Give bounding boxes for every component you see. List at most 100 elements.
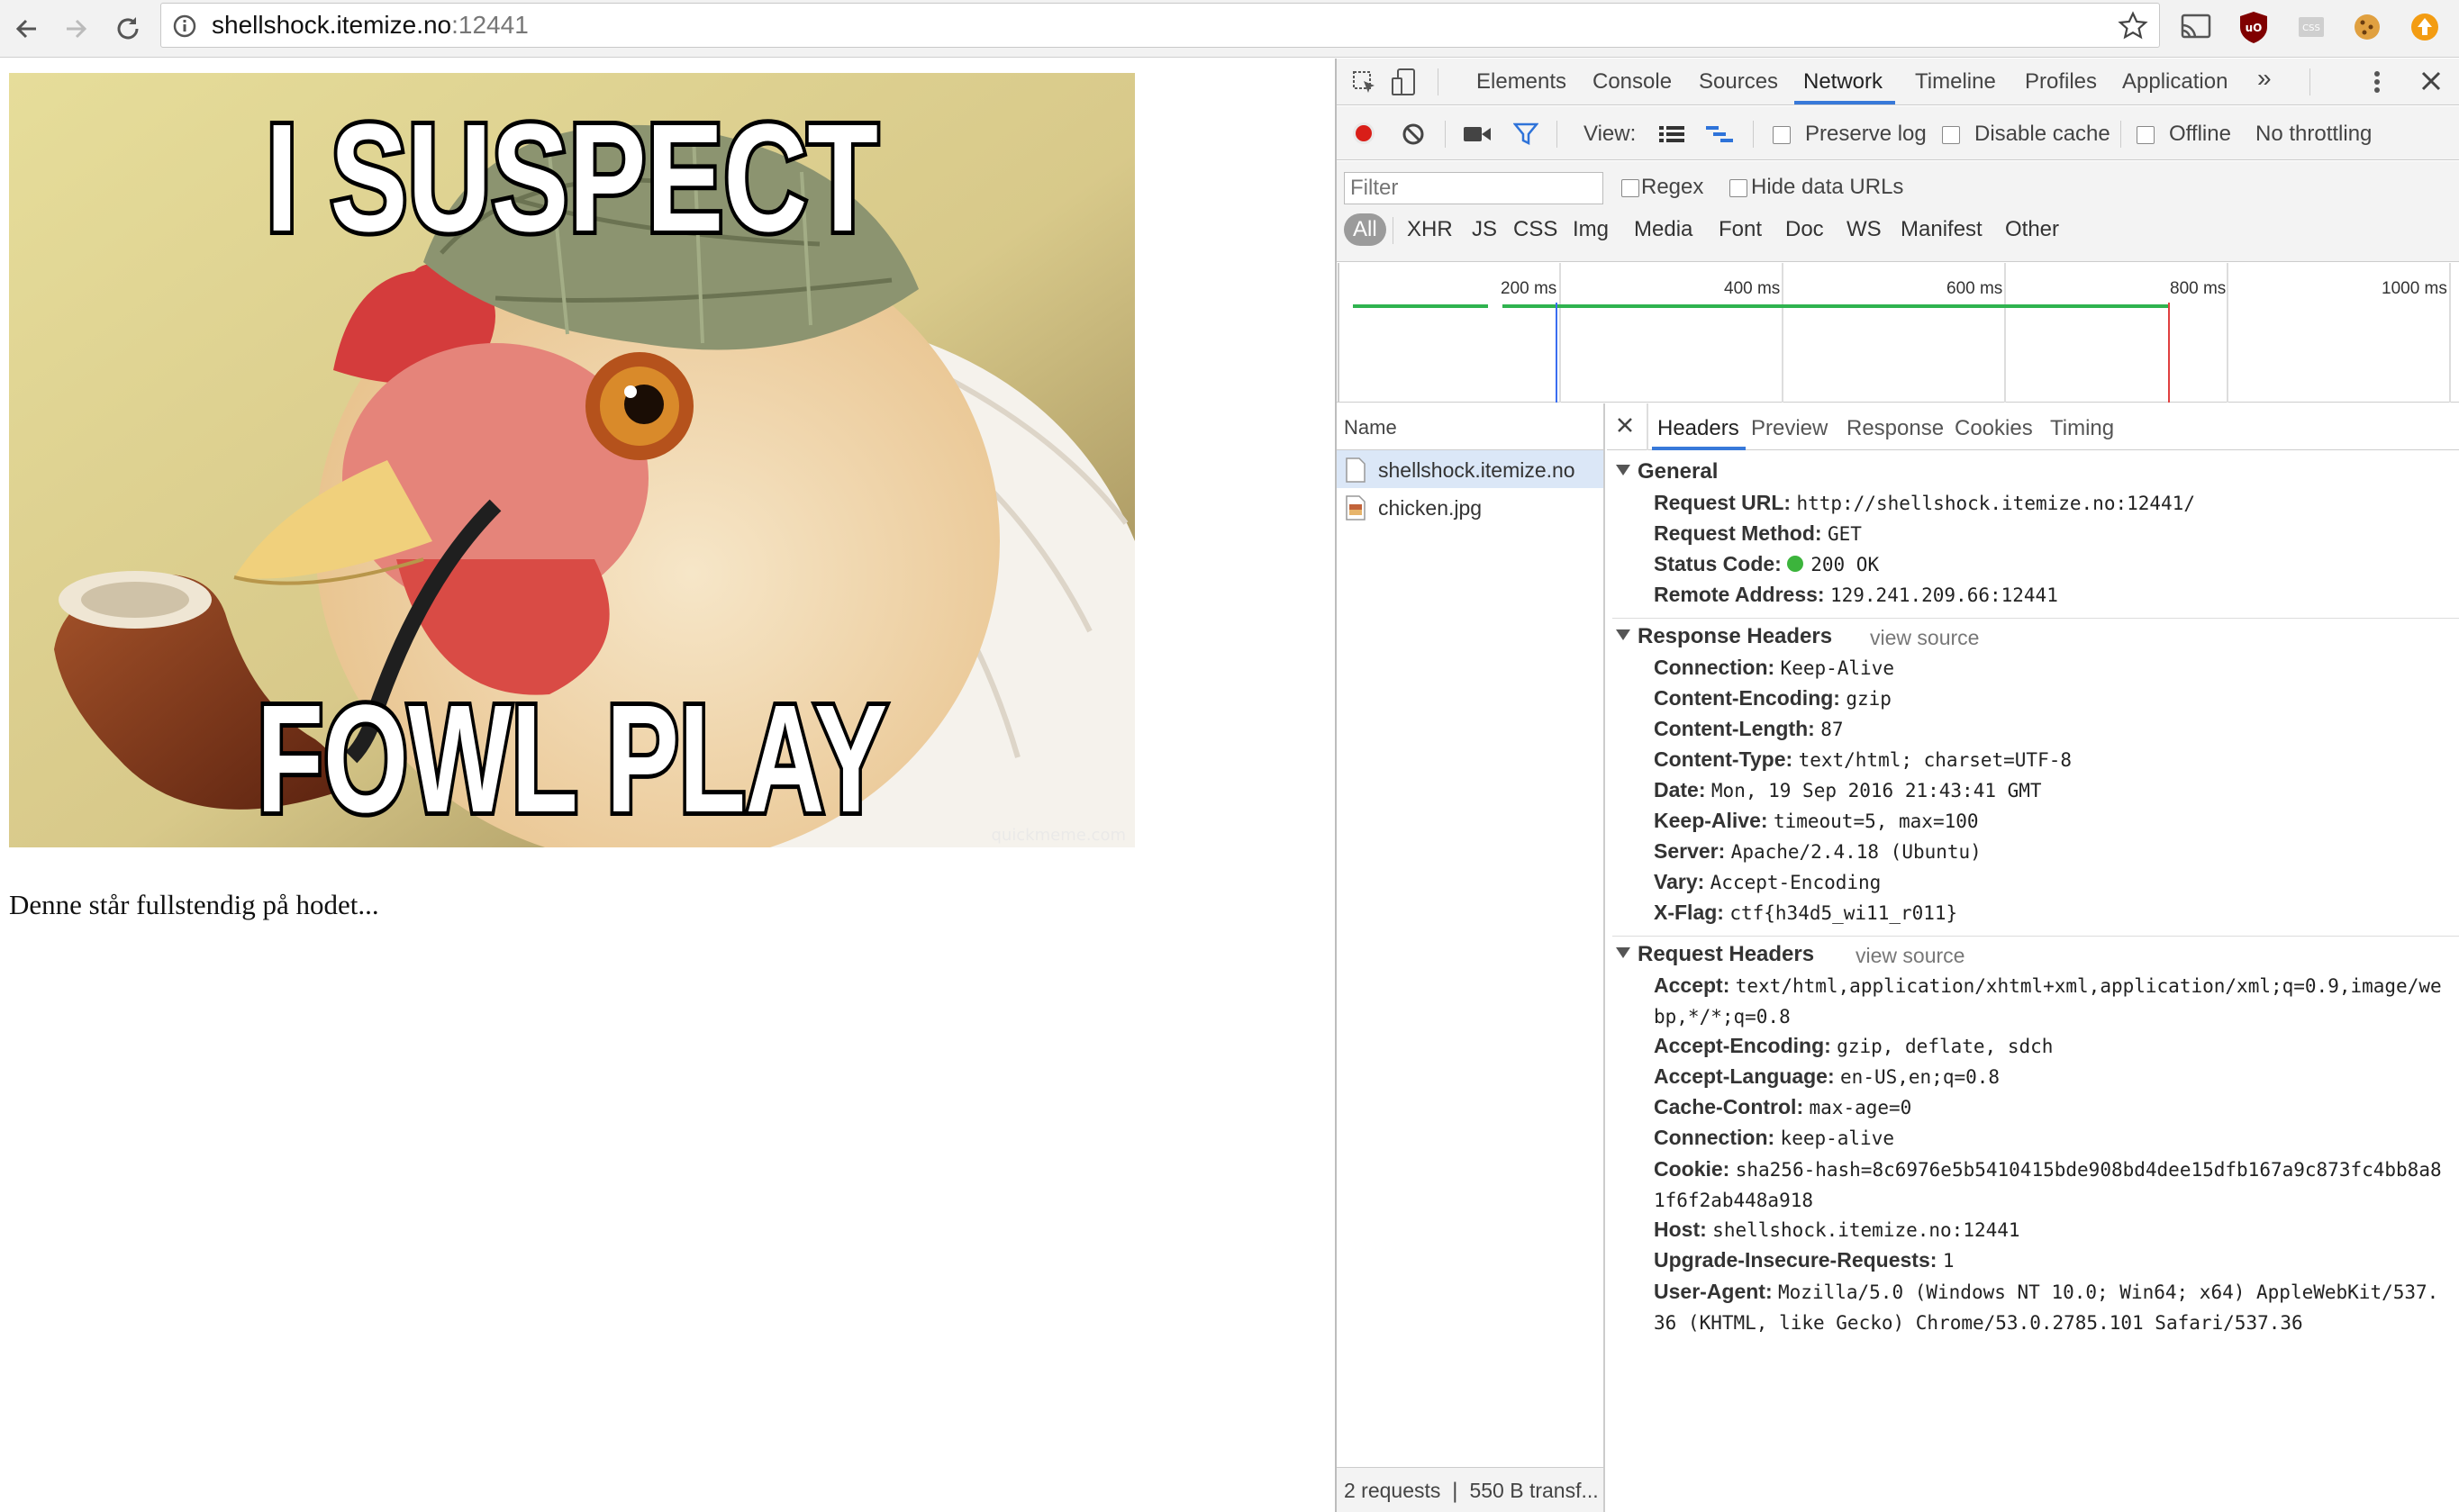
- regex-checkbox[interactable]: [1621, 179, 1639, 197]
- filter-type-img[interactable]: Img: [1573, 217, 1609, 242]
- header-value: text/html; charset=UTF-8: [1798, 749, 2072, 771]
- header-value: 87: [1820, 719, 1844, 740]
- css-extension-icon[interactable]: CSS: [2293, 9, 2329, 45]
- header-key: Host:: [1654, 1218, 1707, 1241]
- separator: [1647, 403, 1648, 450]
- waterfall-view-icon[interactable]: [1706, 124, 1735, 144]
- record-icon[interactable]: [1351, 121, 1376, 146]
- header-value: Keep-Alive: [1780, 657, 1894, 679]
- capture-screenshots-icon[interactable]: [1463, 124, 1492, 144]
- preserve-log-label: Preserve log: [1805, 122, 1927, 146]
- filter-type-other[interactable]: Other: [2005, 217, 2059, 242]
- device-toolbar-icon[interactable]: [1391, 68, 1418, 98]
- clear-icon[interactable]: [1402, 122, 1425, 146]
- list-view-icon[interactable]: [1659, 124, 1684, 144]
- header-value: gzip, deflate, sdch: [1837, 1036, 2054, 1057]
- header-row: Cookie: sha256-hash=8c6976e5b5410415bde9…: [1654, 1154, 2446, 1216]
- header-value: max-age=0: [1809, 1097, 1912, 1118]
- filter-type-doc[interactable]: Doc: [1785, 217, 1824, 242]
- header-key: Request URL:: [1654, 491, 1792, 514]
- filter-type-xhr[interactable]: XHR: [1407, 217, 1453, 242]
- tab-network[interactable]: Network: [1803, 69, 1883, 95]
- disable-cache-checkbox[interactable]: [1942, 126, 1960, 144]
- response-headers-section-header[interactable]: Response Headers: [1616, 624, 1832, 649]
- header-value: sha256-hash=8c6976e5b5410415bde908bd4dee…: [1654, 1159, 2442, 1211]
- meme-top-text: I SUSPECT: [266, 93, 878, 264]
- filter-input[interactable]: [1344, 172, 1603, 204]
- filter-type-js[interactable]: JS: [1472, 217, 1497, 242]
- info-icon[interactable]: [172, 14, 197, 39]
- cast-icon[interactable]: [2178, 9, 2214, 45]
- tab-timeline[interactable]: Timeline: [1915, 69, 1996, 95]
- status-ok-icon: [1787, 556, 1804, 572]
- tab-console[interactable]: Console: [1592, 69, 1672, 95]
- filter-type-media[interactable]: Media: [1634, 217, 1692, 242]
- offline-label: Offline: [2169, 122, 2231, 146]
- url-host: shellshock.itemize.no: [212, 11, 452, 39]
- tab-elements[interactable]: Elements: [1476, 69, 1566, 95]
- more-tabs-icon[interactable]: »: [2257, 64, 2272, 93]
- forward-icon[interactable]: [59, 13, 92, 45]
- section-divider: [1612, 936, 2459, 937]
- active-detail-tab-indicator: [1652, 447, 1746, 450]
- tab-application[interactable]: Application: [2122, 69, 2228, 95]
- request-row[interactable]: chicken.jpg: [1337, 488, 1603, 526]
- section-title: General: [1638, 459, 1719, 484]
- devtools-panel: Elements Console Sources Network Timelin…: [1335, 59, 2459, 1512]
- regex-label: Regex: [1641, 175, 1704, 199]
- header-key: Accept:: [1654, 973, 1730, 997]
- cookie-icon[interactable]: [2349, 9, 2385, 45]
- filter-type-ws[interactable]: WS: [1847, 217, 1882, 242]
- filter-type-all[interactable]: All: [1344, 213, 1386, 246]
- page-caption: Denne står fullstendig på hodet...: [9, 889, 379, 920]
- header-key: Vary:: [1654, 870, 1705, 893]
- close-devtools-icon[interactable]: [2419, 69, 2443, 93]
- detail-tab-timing[interactable]: Timing: [2050, 416, 2114, 441]
- inspect-element-icon[interactable]: [1351, 69, 1378, 96]
- header-key: X-Flag:: [1654, 901, 1724, 924]
- header-key: Accept-Encoding:: [1654, 1034, 1831, 1057]
- image-icon: [1346, 495, 1366, 521]
- detail-tab-headers[interactable]: Headers: [1657, 416, 1739, 441]
- general-section-header[interactable]: General: [1616, 459, 1718, 484]
- close-detail-icon[interactable]: [1616, 416, 1634, 434]
- update-icon[interactable]: [2407, 9, 2443, 45]
- header-value: en-US,en;q=0.8: [1840, 1066, 2001, 1088]
- reload-icon[interactable]: [112, 13, 144, 45]
- header-row: Host: shellshock.itemize.no:12441: [1654, 1214, 2020, 1245]
- header-row: Accept-Encoding: gzip, deflate, sdch: [1654, 1030, 2053, 1062]
- bookmark-star-icon[interactable]: [2118, 11, 2148, 41]
- header-key: Content-Type:: [1654, 747, 1793, 771]
- header-row: Request URL: http://shellshock.itemize.n…: [1654, 487, 2195, 519]
- header-value: shellshock.itemize.no:12441: [1712, 1219, 2020, 1241]
- name-column-header[interactable]: Name: [1344, 416, 1397, 439]
- collapse-triangle-icon: [1616, 629, 1630, 640]
- throttling-select[interactable]: No throttling: [2255, 122, 2372, 147]
- address-bar[interactable]: shellshock.itemize.no:12441: [160, 3, 2160, 48]
- preserve-log-checkbox[interactable]: [1773, 126, 1791, 144]
- list-header[interactable]: Name: [1337, 403, 1603, 450]
- ublock-icon[interactable]: uO: [2236, 9, 2272, 45]
- filter-icon[interactable]: [1513, 122, 1538, 146]
- detail-tab-response[interactable]: Response: [1847, 416, 1944, 441]
- detail-tab-preview[interactable]: Preview: [1751, 416, 1828, 441]
- view-source-link[interactable]: view source: [1870, 626, 1979, 650]
- offline-checkbox[interactable]: [2137, 126, 2155, 144]
- view-source-link[interactable]: view source: [1856, 944, 1964, 968]
- header-key: Request Method:: [1654, 521, 1822, 545]
- section-title: Request Headers: [1638, 942, 1815, 966]
- menu-kebab-icon[interactable]: [2373, 69, 2382, 95]
- header-row: Cache-Control: max-age=0: [1654, 1091, 1911, 1123]
- back-icon[interactable]: [11, 13, 43, 45]
- tab-profiles[interactable]: Profiles: [2025, 69, 2097, 95]
- filter-type-font[interactable]: Font: [1719, 217, 1762, 242]
- header-value: keep-alive: [1780, 1127, 1894, 1149]
- request-headers-section-header[interactable]: Request Headers: [1616, 942, 1814, 967]
- timeline-overview[interactable]: 200 ms 400 ms 600 ms 800 ms 1000 ms: [1337, 263, 2459, 403]
- request-row[interactable]: shellshock.itemize.no: [1337, 450, 1603, 488]
- hide-data-urls-checkbox[interactable]: [1729, 179, 1747, 197]
- filter-type-css[interactable]: CSS: [1513, 217, 1557, 242]
- filter-type-manifest[interactable]: Manifest: [1901, 217, 1983, 242]
- detail-tab-cookies[interactable]: Cookies: [1955, 416, 2033, 441]
- tab-sources[interactable]: Sources: [1699, 69, 1778, 95]
